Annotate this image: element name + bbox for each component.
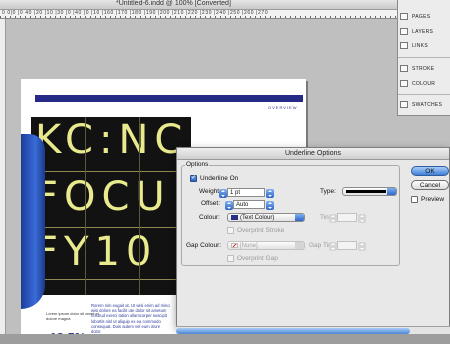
overview-label: OVERVIEW [268,105,298,110]
tint-field[interactable] [329,213,366,223]
overprint-stroke-label: Overprint Stroke [237,227,285,234]
dialog-title: Underline Options [177,148,449,160]
weight-stepper-icon[interactable] [219,189,227,198]
panel-item-colour[interactable]: COLOUR [400,78,450,89]
panel-divider [398,94,450,95]
preview-checkbox[interactable] [411,196,418,203]
layers-icon [400,28,408,35]
panel-item-links[interactable]: LINKS [400,40,450,51]
frame-guide-line [31,171,191,172]
weight-value: 1 pt [230,190,241,196]
panel-item-stroke[interactable]: STROKE [400,63,450,74]
colour-dropdown[interactable]: (Text Colour) [227,213,305,222]
body-column-left: Rorem nim eugait at. Ut wisi enim ad min… [91,303,170,335]
weight-field[interactable]: 1 pt [219,188,274,198]
horizontal-scrollbar[interactable] [176,326,450,334]
panel-item-label: SWATCHES [412,101,443,108]
gap-tint-stepper-icon[interactable] [329,242,337,251]
preview-label: Preview [421,196,445,203]
ok-button[interactable]: OK [411,166,449,176]
pages-icon [400,13,408,20]
app-window: *Untitled-6.indd @ 100% [Converted] 0 0|… [0,0,450,344]
text-colour-swatch [231,214,238,220]
frame-guide-line [139,117,140,295]
none-swatch-icon [231,242,238,248]
colour-value: (Text Colour) [240,215,275,221]
underline-on-label: Underline On [200,175,239,182]
type-label: Type: [320,188,336,195]
overprint-stroke-checkbox[interactable] [227,227,234,234]
weight-dropdown-icon[interactable] [266,189,274,198]
offset-value: Auto [236,202,249,208]
offset-label: Offset: [201,200,221,207]
colour-label: Colour: [199,214,220,221]
underline-on-checkbox[interactable]: ✓ [190,175,197,182]
tint-dropdown-icon[interactable] [358,214,366,223]
chevron-down-icon [295,242,304,249]
window-title: *Untitled-6.indd @ 100% [Converted] [116,0,231,7]
header-bar [35,95,303,102]
frame-guide-line [31,279,191,280]
links-icon [400,42,408,49]
underline-options-dialog: Underline Options Options ✓ Underline On… [176,147,450,327]
status-bar [0,334,450,344]
offset-dropdown-icon[interactable] [266,201,274,210]
panel-item-layers[interactable]: LAYERS [400,26,450,37]
overprint-gap-label: Overprint Gap [237,255,278,262]
gap-colour-label: Gap Colour: [186,242,222,249]
gap-colour-dropdown[interactable]: [None] [227,241,305,250]
side-panel: PAGES LAYERS LINKS STROKE COLOUR SWATCHE… [397,0,450,116]
panel-item-pages[interactable]: PAGES [400,11,450,22]
offset-field[interactable]: Auto [225,200,274,210]
headline-line-1: KC:NC [35,117,189,163]
horizontal-ruler[interactable]: 0 0|0 |0 40 |20 |10 |30 |0 |40 |0 |10 |1… [0,10,450,19]
panel-item-label: LAYERS [412,28,434,35]
cancel-button[interactable]: Cancel [411,180,449,190]
chevron-down-icon [387,188,396,195]
gap-tint-dropdown-icon[interactable] [358,242,366,251]
chevron-down-icon [295,214,304,221]
panel-item-label: LINKS [412,42,428,49]
blue-figure-image [21,134,45,309]
colour-icon [400,80,408,87]
tint-stepper-icon[interactable] [329,214,337,223]
gap-colour-value: [None] [240,243,258,249]
panel-item-label: COLOUR [412,80,436,87]
type-dropdown[interactable] [342,187,397,196]
panel-item-label: STROKE [412,65,435,72]
headline-line-2: FOCU [35,174,171,220]
stroke-icon [400,65,408,72]
offset-stepper-icon[interactable] [225,201,233,210]
swatches-icon [400,101,408,108]
window-titlebar: *Untitled-6.indd @ 100% [Converted] [0,0,450,10]
weight-label: Weight: [199,188,221,195]
frame-guide-line [31,227,191,228]
frame-guide-line [85,117,86,295]
solid-line-swatch [346,189,386,193]
gap-tint-field[interactable] [329,241,366,251]
options-group-label: Options [185,161,210,168]
panel-item-label: PAGES [412,13,431,20]
panel-divider [398,57,450,58]
overprint-gap-checkbox[interactable] [227,255,234,262]
ruler-numbers: 0 0|0 |0 40 |20 |10 |30 |0 |40 |0 |10 |1… [2,10,269,16]
panel-item-swatches[interactable]: SWATCHES [400,99,450,110]
